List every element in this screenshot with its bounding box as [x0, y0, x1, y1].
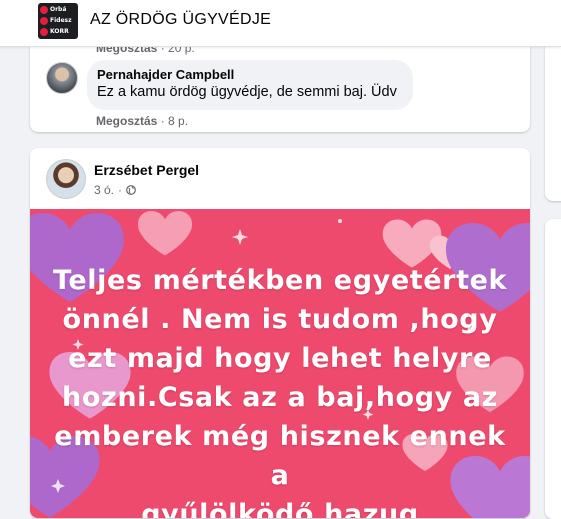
post-text: Teljes mértékben egyetértek önnél . Nem … — [52, 265, 508, 518]
red-dot-icon — [40, 5, 48, 14]
post-background-text-area: Teljes mértékben egyetértek önnél . Nem … — [30, 209, 530, 518]
post-card: Erzsébet Pergel 3 ó. · Teljes mértékben … — [30, 148, 530, 518]
comment-section-card: Megosztás · 20 p. Pernahajder Campbell E… — [30, 34, 530, 132]
post-meta: 3 ó. · — [94, 183, 136, 197]
sidebar-card — [545, 34, 561, 201]
group-cover-thumbnail[interactable]: Orbá Fidesz KORR — [38, 3, 78, 39]
post-author-avatar[interactable] — [46, 159, 86, 199]
group-title[interactable]: AZ ÖRDÖG ÜGYVÉDJE — [90, 11, 271, 29]
separator-dot: · — [118, 183, 123, 197]
comment-text: Ez a kamu ördög ügyvédje, de semmi baj. … — [97, 84, 397, 100]
thumb-label: KORR — [50, 28, 69, 35]
thumb-label: Orbá — [50, 6, 67, 13]
commenter-avatar[interactable] — [46, 62, 78, 94]
sidebar-card — [545, 219, 561, 519]
thumb-row: KORR — [40, 27, 76, 36]
thumb-row: Fidesz — [40, 16, 76, 25]
comment-meta-bottom: Megosztás · 8 p. — [96, 114, 188, 128]
thumb-label: Fidesz — [50, 17, 72, 24]
thumb-row: Orbá — [40, 5, 76, 14]
globe-icon[interactable] — [126, 185, 136, 195]
red-dot-icon — [40, 27, 48, 36]
post-timestamp[interactable]: 3 ó. — [94, 183, 114, 197]
comment-bubble: Pernahajder Campbell Ez a kamu ördög ügy… — [87, 60, 413, 110]
comment-author[interactable]: Pernahajder Campbell — [97, 67, 234, 82]
post-author-name[interactable]: Erzsébet Pergel — [94, 162, 199, 178]
red-dot-icon — [40, 16, 48, 25]
separator-dot: · — [160, 114, 169, 128]
group-header: Orbá Fidesz KORR AZ ÖRDÖG ÜGYVÉDJE — [0, 0, 561, 47]
share-link[interactable]: Megosztás — [96, 114, 157, 128]
comment-timestamp[interactable]: 8 p. — [168, 114, 188, 128]
